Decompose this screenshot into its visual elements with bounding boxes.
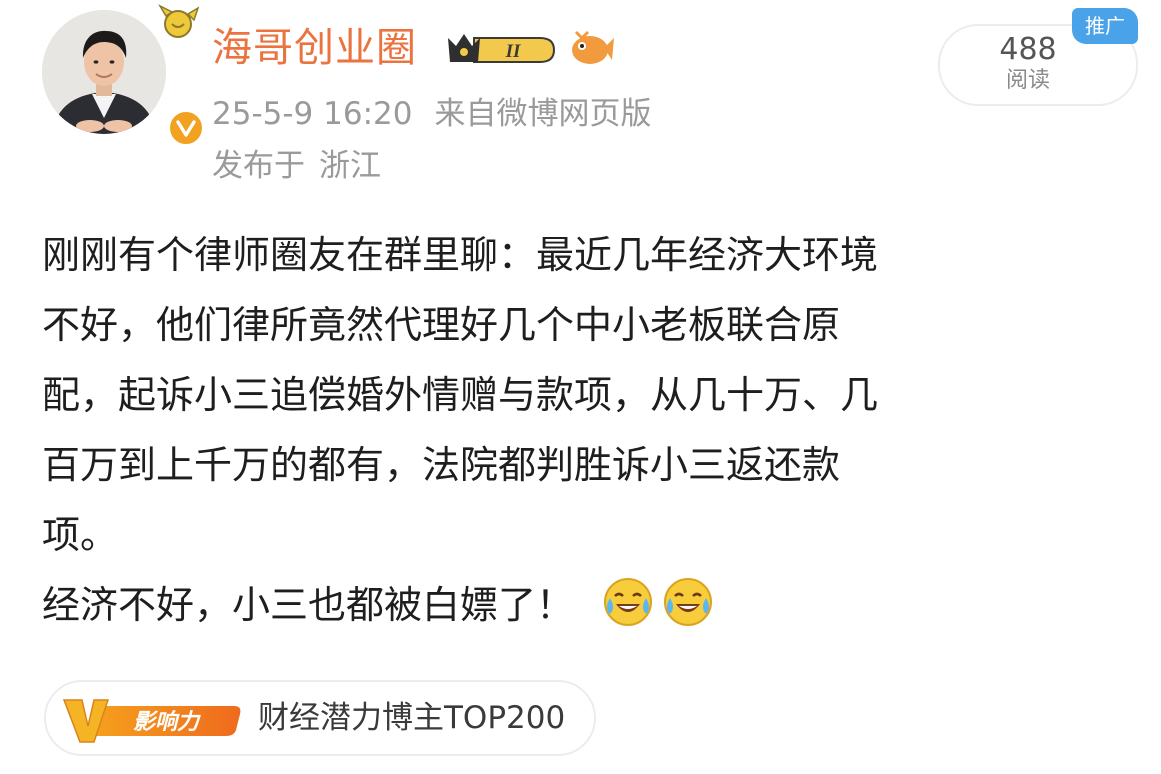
post-time[interactable]: 25-5-9 16:20 [212,96,412,132]
influence-v-icon: 影响力 [62,699,241,743]
post-meta: 25-5-9 16:20 来自微博网页版 [212,92,651,136]
author-name[interactable]: 海哥创业圈 [212,20,417,76]
fish-badge-icon [572,30,614,64]
verified-v-icon [166,108,206,148]
author-avatar-wrapper[interactable] [42,4,206,148]
laugh-cry-emoji-icon [664,578,713,626]
post-line: 刚刚有个律师圈友在群里聊：最近几年经济大环境 [42,233,879,277]
post-line: 项。 [42,513,119,557]
influence-logo-text: 影响力 [133,710,201,735]
post-source: 来自微博网页版 [434,96,652,132]
crown-level-badge-icon: II [448,34,556,63]
location-prefix: 发布于 [212,148,305,184]
post-line: 配，起诉小三追偿婚外情赠与款项，从几十万、几 [42,373,879,417]
avatar[interactable] [42,10,166,134]
location-value: 浙江 [319,148,381,184]
avatar-pendant-icon [158,4,200,38]
avatar-photo-icon [42,10,166,134]
laugh-cry-emoji-icon [604,578,653,626]
influence-badge[interactable]: 影响力 财经潜力博主TOP200 [44,680,596,756]
post-location: 发布于 浙江 [212,144,381,188]
post-last-line-row: 经济不好，小三也都被白嫖了！ [42,570,1132,640]
post-line: 不好，他们律所竟然代理好几个中小老板联合原 [42,303,841,347]
read-label: 阅读 [1005,68,1050,93]
promote-tag[interactable]: 推广 [1072,8,1138,44]
post-line: 百万到上千万的都有，法院都判胜诉小三返还款 [42,443,841,487]
weibo-post: 海哥创业圈 II 25-5-9 16:20 来自微博网页版 发布于 浙江 488 阅… [0,0,1161,774]
post-last-line: 经济不好，小三也都被白嫖了！ [42,583,575,627]
influence-label: 财经潜力博主TOP200 [258,700,566,736]
post-content: 刚刚有个律师圈友在群里聊：最近几年经济大环境 不好，他们律所竟然代理好几个中小老… [42,220,1132,640]
level-badge-text: II [505,41,521,62]
